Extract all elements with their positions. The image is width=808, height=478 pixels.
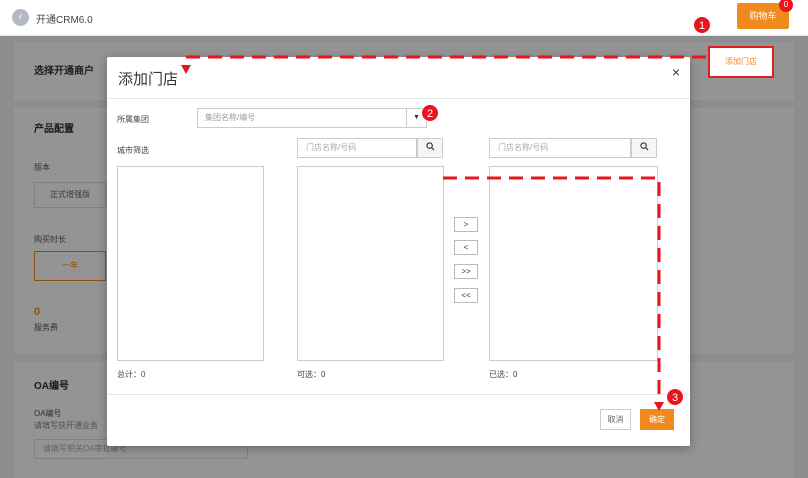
selected-search-input[interactable]: 门店名称/号码 — [489, 138, 631, 158]
available-count: 可选：0 — [297, 370, 326, 379]
confirm-button[interactable]: 确定 — [640, 409, 674, 430]
divider — [107, 394, 690, 395]
search-icon[interactable] — [631, 138, 657, 158]
selected-store-list[interactable] — [489, 166, 658, 361]
group-select[interactable]: 集团名称/编号 ▼ — [197, 108, 427, 128]
move-right-button[interactable]: > — [454, 217, 478, 232]
close-icon[interactable]: × — [672, 64, 680, 80]
group-select-placeholder: 集团名称/编号 — [205, 113, 256, 122]
move-left-button[interactable]: < — [454, 240, 478, 255]
group-label: 所属集团 — [117, 115, 149, 124]
search-icon[interactable] — [417, 138, 443, 158]
add-store-dialog: 添加门店 × 所属集团 集团名称/编号 ▼ 城市筛选 门店名称/号码 门店名称/… — [107, 57, 690, 446]
selected-count: 已选：0 — [489, 370, 518, 379]
top-bar: ‹ 开通CRM6.0 购物车 0 — [0, 0, 808, 36]
city-list[interactable] — [117, 166, 264, 361]
move-all-right-button[interactable]: >> — [454, 264, 478, 279]
available-search-input[interactable]: 门店名称/号码 — [297, 138, 417, 158]
cancel-button[interactable]: 取消 — [600, 409, 631, 430]
available-store-list[interactable] — [297, 166, 444, 361]
move-all-left-button[interactable]: << — [454, 288, 478, 303]
step-1-marker: 1 — [693, 16, 711, 34]
dialog-title: 添加门店 — [118, 71, 179, 88]
city-filter-label: 城市筛选 — [117, 146, 149, 155]
cart-count-badge: 0 — [779, 0, 793, 12]
step-2-marker: 2 — [421, 104, 439, 122]
page-title: 开通CRM6.0 — [36, 15, 93, 26]
add-store-button[interactable]: 添加门店 — [708, 46, 774, 78]
step-3-marker: 3 — [666, 388, 684, 406]
total-count: 总计：0 — [117, 370, 146, 379]
back-icon[interactable]: ‹ — [12, 9, 29, 26]
divider — [107, 98, 690, 99]
